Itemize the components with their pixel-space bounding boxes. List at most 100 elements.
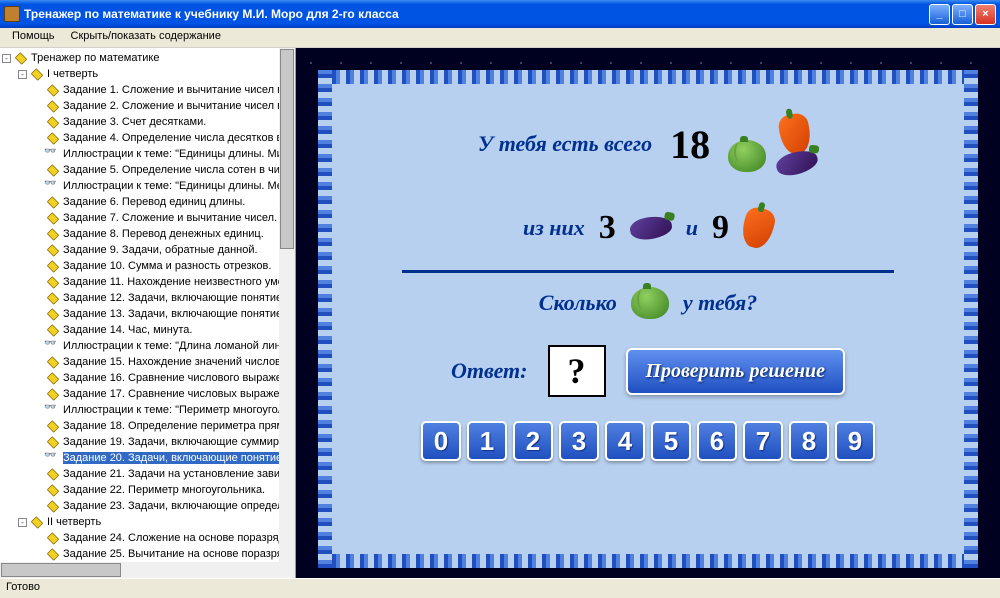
minimize-button[interactable]: _ — [929, 4, 950, 25]
digit-5[interactable]: 5 — [651, 421, 691, 461]
tree-node[interactable]: Задание 22. Периметр многоугольника. — [2, 482, 293, 498]
diamond-icon — [47, 548, 59, 560]
tree-label: Задание 14. Час, минута. — [63, 324, 192, 336]
diamond-icon — [47, 484, 59, 496]
tree-label: Задание 22. Периметр многоугольника. — [63, 484, 265, 496]
digit-9[interactable]: 9 — [835, 421, 875, 461]
titlebar: Тренажер по математике к учебнику М.И. М… — [0, 0, 1000, 28]
tree-node[interactable]: Иллюстрации к теме: "Единицы длины. Метр… — [2, 178, 293, 194]
digit-3[interactable]: 3 — [559, 421, 599, 461]
pepper-icon — [738, 205, 777, 251]
tree-node[interactable]: -I четверть — [2, 66, 293, 82]
tree-node[interactable]: Иллюстрации к теме: "Периметр многоуголь… — [2, 402, 293, 418]
tree-label: Задание 6. Перевод единиц длины. — [63, 196, 245, 208]
diamond-icon — [47, 260, 59, 272]
tree-label: Задание 5. Определение числа сотен в чис… — [63, 164, 293, 176]
expand-icon[interactable]: - — [18, 518, 27, 527]
statusbar: Готово — [0, 578, 1000, 598]
tree-node[interactable]: Задание 1. Сложение и вычитание чисел в … — [2, 82, 293, 98]
diamond-icon — [47, 244, 59, 256]
tree-node[interactable]: Задание 21. Задачи на установление завис… — [2, 466, 293, 482]
tree-node[interactable]: Задание 25. Вычитание на основе поразряд… — [2, 546, 293, 562]
glasses-icon — [46, 405, 60, 416]
digit-6[interactable]: 6 — [697, 421, 737, 461]
tree-node[interactable]: Задание 12. Задачи, включающие понятие "… — [2, 290, 293, 306]
tree-node[interactable]: Задание 2. Сложение и вычитание чисел в … — [2, 98, 293, 114]
tree-node[interactable]: Задание 4. Определение числа десятков в … — [2, 130, 293, 146]
tree-node[interactable]: Задание 11. Нахождение неизвестного умен… — [2, 274, 293, 290]
problem-line2b: и — [686, 215, 698, 241]
glasses-icon — [46, 341, 60, 352]
diamond-icon — [31, 516, 43, 528]
tree-node[interactable]: Задание 17. Сравнение числовых выражений… — [2, 386, 293, 402]
tree-node[interactable]: Задание 5. Определение числа сотен в чис… — [2, 162, 293, 178]
digit-7[interactable]: 7 — [743, 421, 783, 461]
tree-node[interactable]: - II четверть — [2, 514, 293, 530]
digit-1[interactable]: 1 — [467, 421, 507, 461]
tree-scrollbar-horizontal[interactable] — [0, 562, 279, 578]
tree-label: Задание 11. Нахождение неизвестного умен… — [63, 276, 293, 288]
tree-label: Задание 15. Нахождение значений числовых… — [63, 356, 293, 368]
diamond-icon — [47, 212, 59, 224]
digit-8[interactable]: 8 — [789, 421, 829, 461]
tree-node[interactable]: Задание 23. Задачи, включающие определен… — [2, 498, 293, 514]
diamond-icon — [47, 500, 59, 512]
problem-n1: 3 — [599, 209, 616, 247]
digit-0[interactable]: 0 — [421, 421, 461, 461]
cabbage-icon — [728, 140, 766, 172]
tree-node[interactable]: Задание 14. Час, минута. — [2, 322, 293, 338]
tree-node[interactable]: Иллюстрации к теме: "Длина ломаной линии… — [2, 338, 293, 354]
tree-node[interactable]: Задание 8. Перевод денежных единиц. — [2, 226, 293, 242]
expand-icon[interactable]: - — [18, 70, 27, 79]
maximize-button[interactable]: □ — [952, 4, 973, 25]
tree-node[interactable]: Задание 7. Сложение и вычитание чисел. — [2, 210, 293, 226]
tree-label: Задание 8. Перевод денежных единиц. — [63, 228, 264, 240]
tree-node[interactable]: Задание 19. Задачи, включающие суммирова… — [2, 434, 293, 450]
diamond-icon — [47, 132, 59, 144]
contents-tree[interactable]: -Тренажер по математике-I четвертьЗадани… — [0, 48, 296, 578]
cabbage-icon — [631, 287, 669, 319]
tree-node[interactable]: Задание 13. Задачи, включающие понятие "… — [2, 306, 293, 322]
tree-label: II четверть — [47, 516, 101, 528]
vegetables-icon — [728, 114, 818, 174]
app-icon — [4, 6, 20, 22]
diamond-icon — [47, 324, 59, 336]
tree-node[interactable]: Задание 9. Задачи, обратные данной. — [2, 242, 293, 258]
tree-node[interactable]: Задание 10. Сумма и разность отрезков. — [2, 258, 293, 274]
tree-label: Задание 2. Сложение и вычитание чисел в … — [63, 100, 293, 112]
diamond-icon — [47, 100, 59, 112]
diamond-icon — [47, 388, 59, 400]
tree-label: Задание 23. Задачи, включающие определен… — [63, 500, 293, 512]
diamond-icon — [47, 356, 59, 368]
close-button[interactable]: × — [975, 4, 996, 25]
tree-label: Задание 19. Задачи, включающие суммирова… — [63, 436, 293, 448]
tree-node[interactable]: Задание 18. Определение периметра прямоу… — [2, 418, 293, 434]
tree-node[interactable]: Задание 20. Задачи, включающие понятие "… — [2, 450, 293, 466]
tree-node[interactable]: Задание 15. Нахождение значений числовых… — [2, 354, 293, 370]
eggplant-icon — [774, 147, 820, 179]
tree-node[interactable]: Иллюстрации к теме: "Единицы длины. Милл… — [2, 146, 293, 162]
digit-2[interactable]: 2 — [513, 421, 553, 461]
glasses-icon — [46, 149, 60, 160]
check-button[interactable]: Проверить решение — [626, 348, 845, 395]
tree-scrollbar-vertical[interactable] — [279, 48, 295, 578]
tree-node[interactable]: Задание 16. Сравнение числового выражени… — [2, 370, 293, 386]
tree-label: Задание 18. Определение периметра прямоу… — [63, 420, 293, 432]
tree-label: Задание 3. Счет десятками. — [63, 116, 206, 128]
problem-line1: У тебя есть всего — [478, 131, 652, 157]
menubar: Помощь Скрыть/показать содержание — [0, 28, 1000, 48]
diamond-icon — [15, 52, 27, 64]
problem-total: 18 — [670, 121, 710, 168]
expand-icon[interactable]: - — [2, 54, 11, 63]
tree-node[interactable]: Задание 3. Счет десятками. — [2, 114, 293, 130]
tree-node[interactable]: Задание 24. Сложение на основе поразрядн… — [2, 530, 293, 546]
digit-4[interactable]: 4 — [605, 421, 645, 461]
tree-label: Задание 16. Сравнение числового выражени… — [63, 372, 293, 384]
tree-node[interactable]: -Тренажер по математике — [2, 50, 293, 66]
question-a: Сколько — [539, 290, 617, 316]
tree-node[interactable]: Задание 6. Перевод единиц длины. — [2, 194, 293, 210]
diamond-icon — [47, 276, 59, 288]
menu-toggle-contents[interactable]: Скрыть/показать содержание — [63, 28, 229, 47]
menu-help[interactable]: Помощь — [4, 28, 63, 47]
answer-input[interactable]: ? — [548, 345, 606, 397]
